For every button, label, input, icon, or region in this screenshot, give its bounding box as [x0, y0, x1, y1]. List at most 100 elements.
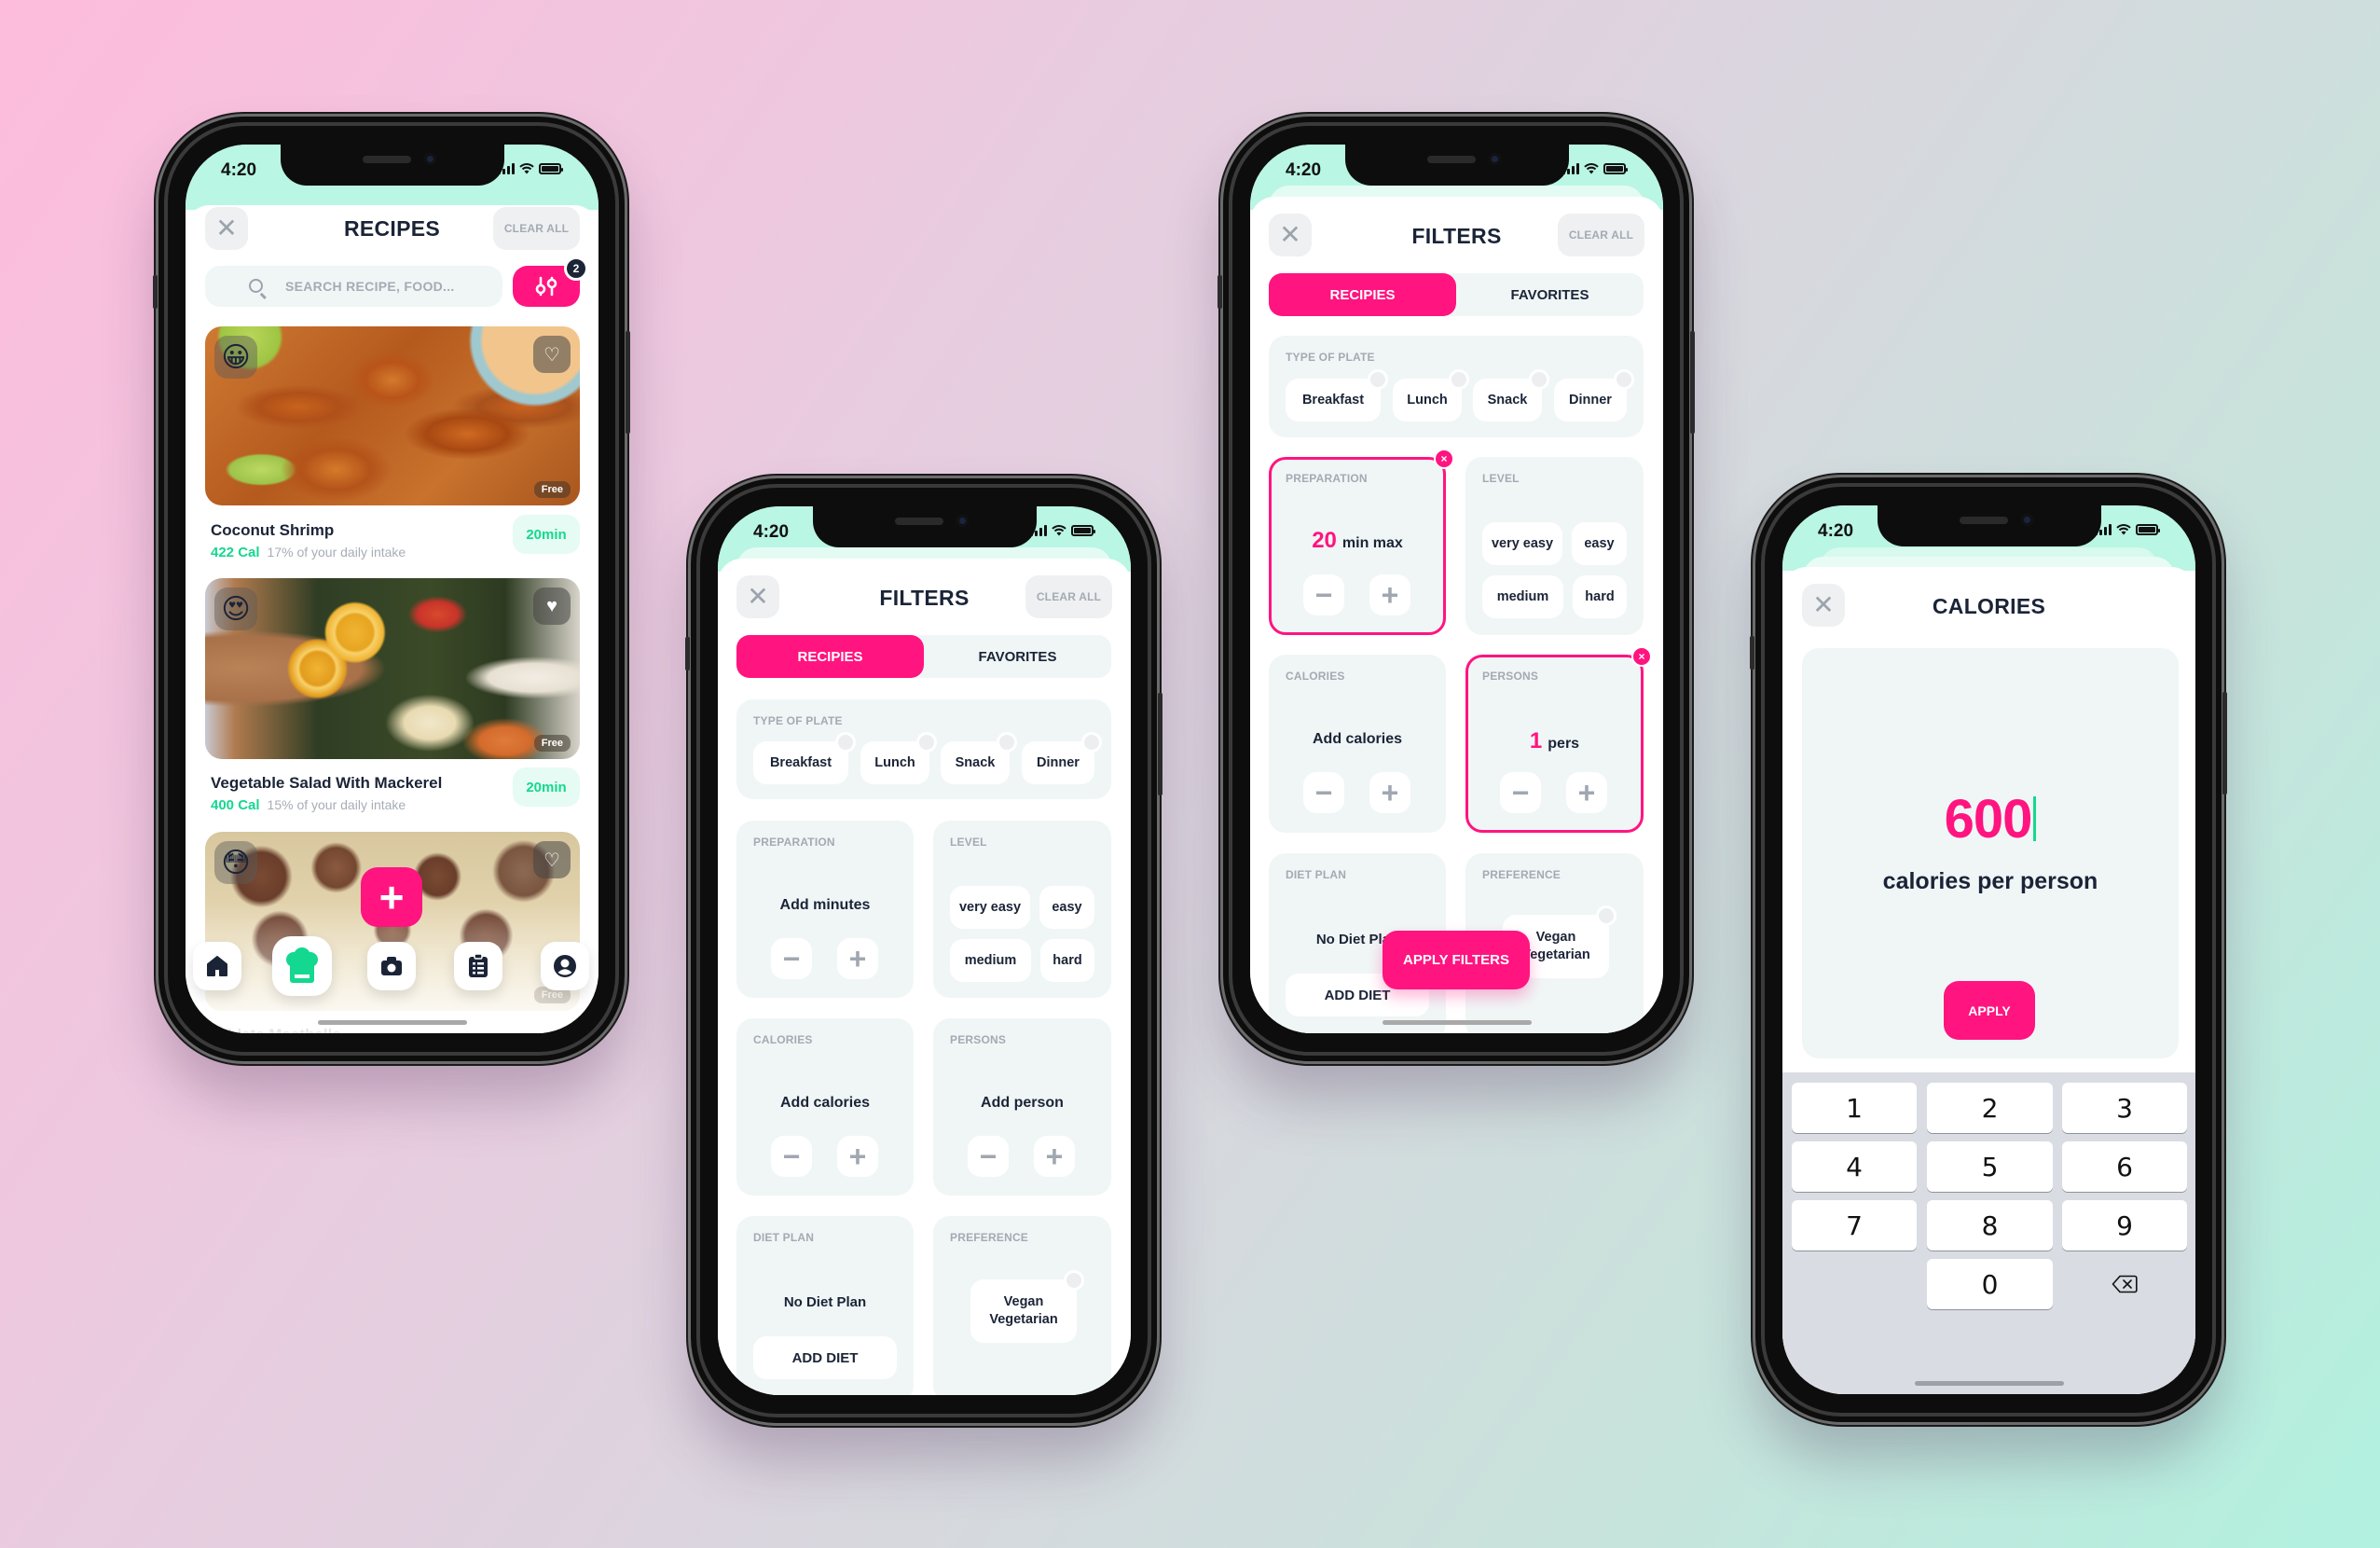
- status-icons: [498, 163, 563, 174]
- add-recipe-button[interactable]: +: [361, 867, 422, 927]
- minus-icon: −: [1314, 578, 1333, 612]
- key-3[interactable]: 3: [2062, 1083, 2187, 1133]
- increment-button[interactable]: +: [1566, 772, 1607, 813]
- card-label: LEVEL: [1482, 472, 1520, 485]
- tab-camera[interactable]: [367, 942, 416, 990]
- decrement-button[interactable]: −: [771, 1136, 812, 1177]
- favorite-button[interactable]: ♡: [533, 841, 571, 878]
- apply-filters-button[interactable]: APPLY FILTERS: [1383, 931, 1530, 989]
- key-0[interactable]: 0: [1927, 1259, 2053, 1309]
- decrement-button[interactable]: −: [1303, 772, 1344, 813]
- recipe-image[interactable]: 😍 ♥ Free: [205, 578, 580, 759]
- level-option-hard[interactable]: hard: [1573, 575, 1627, 618]
- plate-option-breakfast[interactable]: Breakfast: [753, 732, 856, 784]
- plate-option-lunch[interactable]: Lunch: [1393, 369, 1469, 422]
- level-option-medium[interactable]: medium: [950, 939, 1031, 982]
- add-diet-button[interactable]: ADD DIET: [753, 1336, 897, 1379]
- preference-card: PREFERENCE Vegan Vegetarian: [933, 1216, 1111, 1395]
- recipe-title[interactable]: Vegetable Salad With Mackerel: [211, 774, 442, 793]
- tab-recipes[interactable]: RECIPIES: [1269, 273, 1456, 316]
- calories-input[interactable]: 600: [1802, 788, 2179, 850]
- key-9[interactable]: 9: [2062, 1200, 2187, 1251]
- checkbox-dot: [1064, 1270, 1084, 1291]
- level-option-hard[interactable]: hard: [1040, 939, 1094, 982]
- tab-profile[interactable]: [541, 942, 589, 990]
- wifi-icon: [1052, 525, 1066, 536]
- mood-emoji: 😀: [214, 336, 257, 379]
- battery-icon: [1603, 163, 1628, 174]
- calories-card[interactable]: CALORIES Add calories − +: [736, 1018, 914, 1196]
- increment-button[interactable]: +: [837, 938, 878, 979]
- level-card: LEVEL very easy easy medium hard: [933, 821, 1111, 998]
- clear-all-button[interactable]: CLEAR ALL: [1025, 575, 1112, 618]
- card-label: LEVEL: [950, 836, 987, 849]
- plate-option-lunch[interactable]: Lunch: [860, 732, 937, 784]
- key-2[interactable]: 2: [1927, 1083, 2053, 1133]
- apply-button[interactable]: APPLY: [1944, 981, 2035, 1040]
- key-5[interactable]: 5: [1927, 1141, 2053, 1192]
- filter-button[interactable]: 2: [513, 256, 588, 307]
- key-4[interactable]: 4: [1792, 1141, 1917, 1192]
- numeric-keypad: 1 2 3 4 5 6 7 8 9 0: [1782, 1072, 2195, 1394]
- card-label: PREFERENCE: [1482, 868, 1561, 881]
- tab-recipes[interactable]: [272, 936, 332, 996]
- key-1[interactable]: 1: [1792, 1083, 1917, 1133]
- persons-card: PERSONS Add person − +: [933, 1018, 1111, 1196]
- plate-option-breakfast[interactable]: Breakfast: [1286, 369, 1388, 422]
- clear-all-button[interactable]: CLEAR ALL: [493, 207, 580, 250]
- increment-button[interactable]: +: [1034, 1136, 1075, 1177]
- level-option-easy[interactable]: easy: [1039, 886, 1094, 929]
- level-option-medium[interactable]: medium: [1482, 575, 1563, 618]
- tab-home[interactable]: [193, 942, 241, 990]
- remove-filter-button[interactable]: ×: [1631, 646, 1652, 667]
- checkbox-dot: [1529, 369, 1549, 390]
- plate-option-snack[interactable]: Snack: [941, 732, 1017, 784]
- plate-option-dinner[interactable]: Dinner: [1022, 732, 1102, 784]
- status-icons: [2095, 524, 2160, 535]
- tab-list[interactable]: [454, 942, 502, 990]
- level-option-very-easy[interactable]: very easy: [1482, 522, 1562, 565]
- preference-option-vegan-vegetarian[interactable]: Vegan Vegetarian: [970, 1270, 1084, 1343]
- level-option-very-easy[interactable]: very easy: [950, 886, 1030, 929]
- recipe-title[interactable]: Coconut Shrimp: [211, 521, 334, 540]
- plate-option-dinner[interactable]: Dinner: [1554, 369, 1634, 422]
- calories-card[interactable]: CALORIES Add calories − +: [1269, 655, 1446, 833]
- increment-button[interactable]: +: [1369, 772, 1410, 813]
- card-label: CALORIES: [1286, 670, 1345, 683]
- plus-icon: +: [1381, 776, 1399, 809]
- calories-sheet: ✕ CALORIES 600 calories per person APPLY…: [1782, 567, 2195, 1394]
- preparation-number: 20: [1312, 528, 1337, 553]
- increment-button[interactable]: +: [1369, 574, 1410, 615]
- search-input[interactable]: SEARCH RECIPE, FOOD...: [205, 266, 502, 307]
- recipe-title[interactable]: Athlete Meatballs: [211, 1026, 341, 1033]
- price-tag: Free: [533, 481, 571, 498]
- price-tag: Free: [533, 735, 571, 752]
- plate-option-snack[interactable]: Snack: [1473, 369, 1549, 422]
- key-6[interactable]: 6: [2062, 1141, 2187, 1192]
- tab-favorites[interactable]: FAVORITES: [924, 635, 1111, 678]
- plus-icon: +: [1381, 578, 1399, 612]
- tab-recipes[interactable]: RECIPIES: [736, 635, 924, 678]
- level-option-easy[interactable]: easy: [1572, 522, 1627, 565]
- diet-plan-card: DIET PLAN No Diet Plan ADD DIET: [736, 1216, 914, 1395]
- key-8[interactable]: 8: [1927, 1200, 2053, 1251]
- mute-switch: [685, 637, 690, 670]
- decrement-button[interactable]: −: [771, 938, 812, 979]
- decrement-button[interactable]: −: [968, 1136, 1009, 1177]
- favorite-button[interactable]: ♥: [533, 587, 571, 625]
- decrement-button[interactable]: −: [1303, 574, 1344, 615]
- increment-button[interactable]: +: [837, 1136, 878, 1177]
- recipe-image[interactable]: 😀 ♡ Free: [205, 326, 580, 505]
- tab-favorites[interactable]: FAVORITES: [1456, 273, 1644, 316]
- persons-number: 1: [1529, 728, 1543, 753]
- preparation-card: PREPARATION Add minutes − +: [736, 821, 914, 998]
- backspace-key[interactable]: [2062, 1259, 2187, 1309]
- checkbox-dot: [1614, 369, 1634, 390]
- clear-all-button[interactable]: CLEAR ALL: [1558, 214, 1644, 256]
- remove-filter-button[interactable]: ×: [1434, 449, 1454, 469]
- key-7[interactable]: 7: [1792, 1200, 1917, 1251]
- favorite-button[interactable]: ♡: [533, 336, 571, 373]
- battery-icon: [1071, 525, 1095, 536]
- decrement-button[interactable]: −: [1500, 772, 1541, 813]
- minus-icon: −: [782, 942, 801, 975]
